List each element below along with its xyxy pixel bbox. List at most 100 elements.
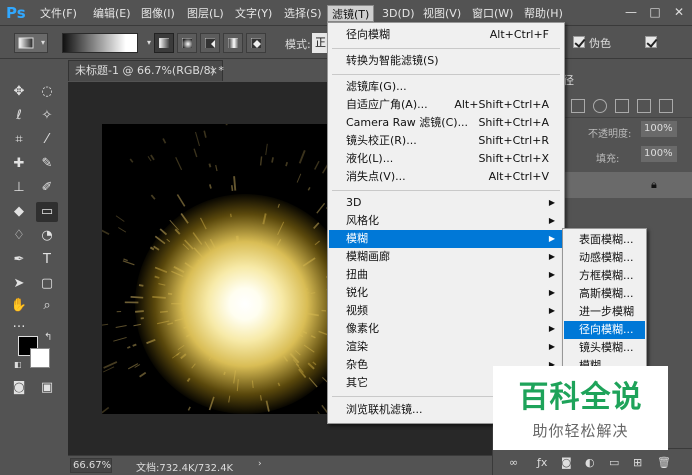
type-tool-icon[interactable]: T: [36, 250, 58, 270]
new-group-icon[interactable]: ▭: [609, 456, 619, 469]
tool-preset-picker[interactable]: ▾: [14, 33, 48, 53]
filter-video[interactable]: 视频 ▶: [329, 302, 563, 320]
magic-wand-icon[interactable]: ✧: [36, 106, 58, 126]
opacity-field[interactable]: 100%: [641, 121, 677, 137]
default-colors-icon[interactable]: ◧: [14, 360, 24, 370]
filter-adjustment-icon[interactable]: [593, 99, 607, 113]
filter-gallery[interactable]: 滤镜库(G)...: [329, 78, 563, 96]
close-button[interactable]: ✕: [670, 4, 688, 20]
trash-icon[interactable]: 🗑︎: [657, 456, 671, 469]
menu-select[interactable]: 选择(S): [280, 5, 326, 22]
menu-edit[interactable]: 编辑(E): [89, 5, 135, 22]
move-tool-icon[interactable]: ✥: [8, 82, 30, 102]
reflected-gradient-button[interactable]: [223, 33, 243, 53]
menu-help[interactable]: 帮助(H): [520, 5, 567, 22]
gradient-tool-icon[interactable]: ▭: [36, 202, 58, 222]
filter-shape-icon[interactable]: [637, 99, 651, 113]
menu-layer[interactable]: 图层(L): [183, 5, 228, 22]
transparency-checkbox[interactable]: [645, 36, 657, 48]
blur-tool-icon[interactable]: ♢: [8, 226, 30, 246]
blur-box[interactable]: 方框模糊...: [564, 267, 645, 285]
screen-mode-icon[interactable]: ▣: [36, 378, 58, 398]
blur-lens[interactable]: 镜头模糊...: [564, 339, 645, 357]
menu-filter[interactable]: 滤镜(T): [327, 5, 375, 22]
filter-blur-gallery[interactable]: 模糊画廊 ▶: [329, 248, 563, 266]
rectangle-tool-icon[interactable]: ▢: [36, 274, 58, 294]
filter-distort[interactable]: 扭曲 ▶: [329, 266, 563, 284]
filter-3d[interactable]: 3D ▶: [329, 194, 563, 212]
zoom-tool-icon[interactable]: ⌕: [36, 296, 58, 316]
filter-stylize[interactable]: 风格化 ▶: [329, 212, 563, 230]
document-tab[interactable]: 未标题-1 @ 66.7%(RGB/8) * ×: [68, 60, 224, 81]
diamond-gradient-button[interactable]: [246, 33, 266, 53]
menu-window[interactable]: 窗口(W): [468, 5, 517, 22]
menu-file[interactable]: 文件(F): [36, 5, 81, 22]
document-canvas[interactable]: [102, 124, 328, 414]
maximize-button[interactable]: □: [646, 4, 664, 20]
filter-liquify[interactable]: 液化(L)... Shift+Ctrl+X: [329, 150, 563, 168]
eyedropper-icon[interactable]: ⁄: [36, 130, 58, 150]
dodge-tool-icon[interactable]: ◔: [36, 226, 58, 246]
history-brush-icon[interactable]: ✐: [36, 178, 58, 198]
adjustment-layer-icon[interactable]: ◐: [585, 456, 595, 469]
fill-field[interactable]: 100%: [641, 146, 677, 162]
background-color-swatch[interactable]: [30, 348, 50, 368]
crop-tool-icon[interactable]: ⌗: [8, 130, 30, 150]
filter-render[interactable]: 渲染 ▶: [329, 338, 563, 356]
menu-image[interactable]: 图像(I): [137, 5, 179, 22]
filter-last-radial-blur[interactable]: 径向模糊 Alt+Ctrl+F: [329, 26, 563, 44]
blur-motion[interactable]: 动感模糊...: [564, 249, 645, 267]
brush-tool-icon[interactable]: ✎: [36, 154, 58, 174]
spark-streak: [259, 156, 263, 166]
menu-view[interactable]: 视图(V): [419, 5, 465, 22]
clone-stamp-icon[interactable]: ⊥: [8, 178, 30, 198]
filter-adaptive-wide-angle[interactable]: 自适应广角(A)... Alt+Shift+Ctrl+A: [329, 96, 563, 114]
healing-brush-icon[interactable]: ✚: [8, 154, 30, 174]
linear-gradient-button[interactable]: [154, 33, 174, 53]
menu-label: Camera Raw 滤镜(C)...: [346, 116, 469, 129]
filter-camera-raw[interactable]: Camera Raw 滤镜(C)... Shift+Ctrl+A: [329, 114, 563, 132]
filter-blur[interactable]: 模糊 ▶: [329, 230, 563, 248]
path-selection-icon[interactable]: ➤: [8, 274, 30, 294]
status-menu-arrow-icon[interactable]: ›: [258, 459, 262, 469]
filter-lens-correction[interactable]: 镜头校正(R)... Shift+Ctrl+R: [329, 132, 563, 150]
quick-mask-icon[interactable]: ◙: [8, 378, 30, 398]
submenu-arrow-icon: ▶: [548, 270, 555, 279]
menu-3d[interactable]: 3D(D): [378, 5, 419, 22]
menu-type[interactable]: 文字(Y): [231, 5, 276, 22]
dither-checkbox[interactable]: [573, 36, 585, 48]
new-layer-icon[interactable]: ⊞: [633, 456, 642, 469]
filter-pixelate[interactable]: 像素化 ▶: [329, 320, 563, 338]
lasso-tool-icon[interactable]: ℓ: [8, 106, 30, 126]
close-icon[interactable]: ×: [209, 61, 218, 81]
elliptical-marquee-icon[interactable]: ◌: [36, 82, 58, 102]
filter-sharpen[interactable]: 锐化 ▶: [329, 284, 563, 302]
filter-type-icon[interactable]: [615, 99, 629, 113]
blur-radial[interactable]: 径向模糊...: [564, 321, 645, 339]
mode-select[interactable]: 正: [312, 33, 328, 53]
zoom-level-field[interactable]: 66.67%: [70, 458, 112, 473]
blur-surface[interactable]: 表面模糊...: [564, 231, 645, 249]
submenu-arrow-icon: ▶: [548, 216, 555, 225]
blur-gaussian[interactable]: 高斯模糊...: [564, 285, 645, 303]
filter-pixel-icon[interactable]: [571, 99, 585, 113]
filter-smart-icon[interactable]: [659, 99, 673, 113]
document-info[interactable]: 文档:732.4K/732.4K: [136, 459, 233, 474]
gradient-picker[interactable]: ▾: [62, 33, 151, 53]
blur-more[interactable]: 进一步模糊: [564, 303, 645, 321]
minimize-button[interactable]: —: [622, 4, 640, 20]
filter-vanishing-point[interactable]: 消失点(V)... Alt+Ctrl+V: [329, 168, 563, 186]
swap-colors-icon[interactable]: ↰: [44, 332, 52, 343]
filter-convert-smart[interactable]: 转换为智能滤镜(S): [329, 52, 563, 70]
radial-gradient-button[interactable]: [177, 33, 197, 53]
angle-gradient-button[interactable]: [200, 33, 220, 53]
more-tools-icon[interactable]: …: [8, 314, 30, 334]
fx-icon[interactable]: ƒx: [537, 456, 547, 469]
link-layers-icon[interactable]: ∞: [509, 456, 518, 469]
hand-tool-icon[interactable]: ✋: [8, 296, 30, 316]
fill-label: 填充:: [596, 154, 620, 165]
gradient-tool-icon: [18, 37, 34, 49]
pen-tool-icon[interactable]: ✒: [8, 250, 30, 270]
layer-mask-icon[interactable]: ◙: [561, 456, 572, 469]
eraser-tool-icon[interactable]: ◆: [8, 202, 30, 222]
